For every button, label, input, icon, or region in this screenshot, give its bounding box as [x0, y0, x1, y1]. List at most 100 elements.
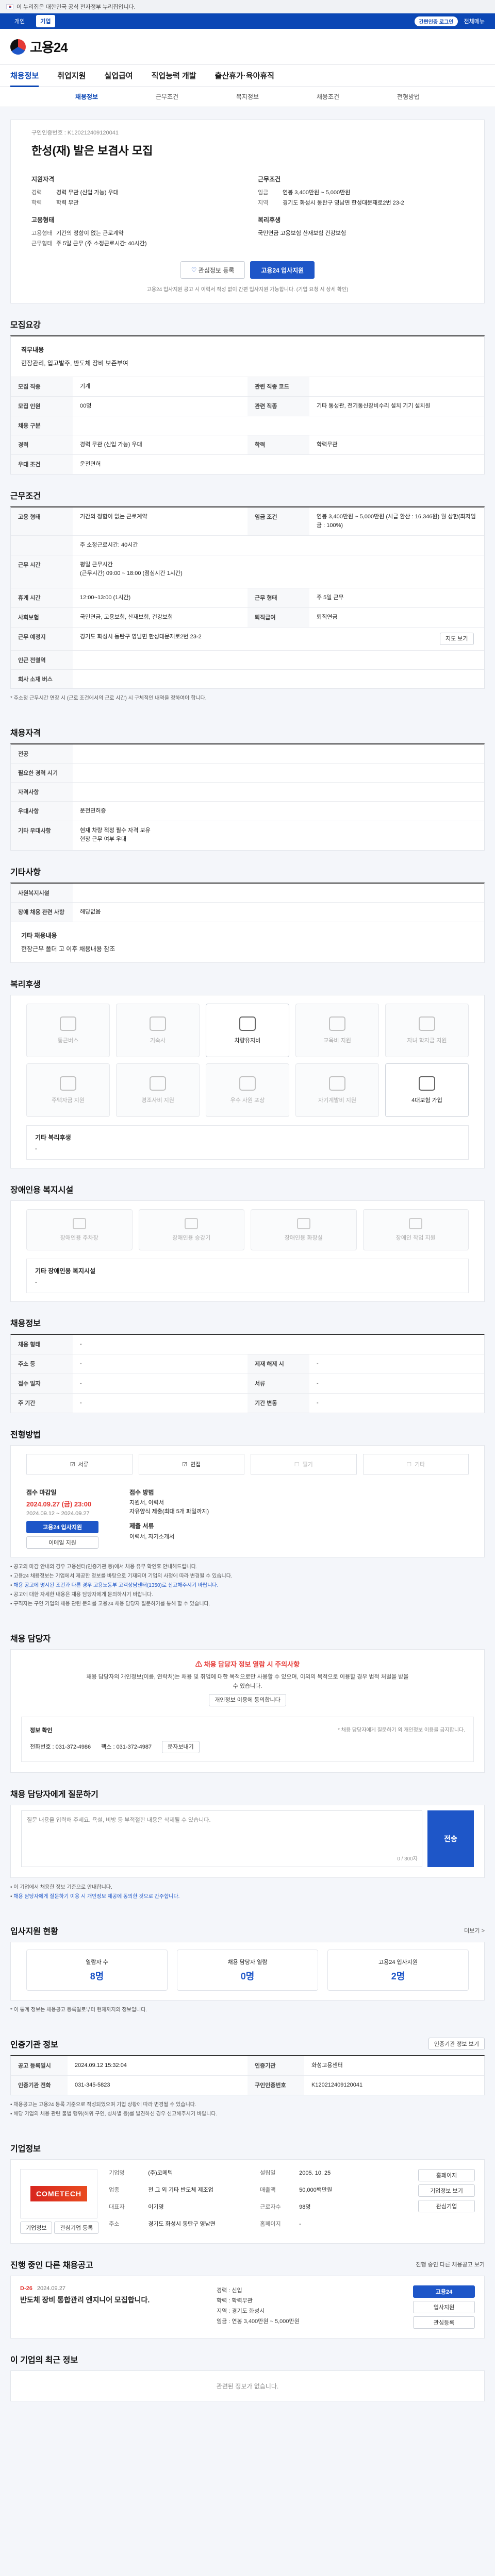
check-icon: ☐: [406, 1461, 412, 1468]
manager-phone: 전화번호 : 031-372-4986: [30, 1744, 91, 1750]
work-table: 고용 형태 기간의 정함이 없는 근로계약 임금 조건 연봉 3,400만원 ~ 5,…: [10, 506, 485, 689]
company-view-button[interactable]: 기업정보 보기: [418, 2184, 475, 2197]
inquiry-input[interactable]: 질문 내용을 입력해 주세요. 욕설, 비방 등 부적절한 내용은 삭제될 수 …: [21, 1810, 422, 1867]
login-badge[interactable]: 간편인증 로그인: [415, 16, 458, 26]
row-value: 운전면허증: [80, 808, 106, 814]
info-title: 정보 확인: [30, 1727, 53, 1734]
other-job-card[interactable]: D-26 2024.09.27 반도체 장비 통합관리 엔지니어 모집합니다. …: [10, 2276, 485, 2338]
agency-notes: • 채용공고는 고용24 등록 기준으로 작성되었으며 기업 상황에 따라 변경…: [0, 2095, 495, 2127]
map-button[interactable]: 지도 보기: [440, 633, 474, 645]
job-title: 한성(재) 발은 보겸사 모집: [31, 144, 153, 157]
notice-item: • 공고에 대한 자세한 내용은 채용 담당자에게 문의하시기 바랍니다.: [10, 1592, 153, 1598]
section-title: 진행 중인 다른 채용공고: [10, 2261, 93, 2270]
apply-button[interactable]: 고용24 입사지원: [26, 1521, 98, 1533]
nav-item-jobs[interactable]: 채용정보: [10, 70, 39, 87]
notice-text: 채용공고는 고용24 등록 기준으로 작성되었으며 기업 상황에 따라 변경될 …: [13, 2102, 196, 2108]
other-apply2-button[interactable]: 입사지원: [413, 2301, 475, 2313]
agree-button[interactable]: 개인정보 이용에 동의합니다: [209, 1694, 286, 1706]
alert-title: 채용 담당자 정보 열람 시 주의사항: [204, 1660, 300, 1668]
welfare-label: 4대보험 가입: [411, 1097, 442, 1104]
house-icon: [60, 1076, 76, 1091]
method-label: 서류: [78, 1462, 89, 1468]
row-value: -: [80, 1361, 82, 1367]
save-interest-button[interactable]: ♡ 관심정보 등록: [180, 261, 245, 279]
site-logo[interactable]: 고용24: [10, 37, 68, 56]
other-apply-button[interactable]: 고용24: [413, 2285, 475, 2298]
more-link[interactable]: 더보기 >: [464, 1926, 485, 1935]
job-meta: 경력 : 신입: [217, 2287, 242, 2294]
row-value: -: [317, 1361, 319, 1367]
other-table: 사원복지시설 장애 채용 관련 사항 해당없음 기타 채용내용 현장근무 폴더 고…: [10, 883, 485, 963]
more-link[interactable]: 진행 중인 다른 채용공고 보기: [416, 2260, 485, 2268]
stats-panel: 열람자 수 8명 채용 담당자 열람 0명 고용24 입사지원 2명: [10, 1942, 485, 2001]
welfare-label: 통근버스: [57, 1038, 79, 1044]
scholarship-icon: [419, 1016, 435, 1031]
subnav-item[interactable]: 채용조건: [288, 92, 368, 101]
deadline-date: 2024.09.27 (금) 23:00: [26, 1500, 92, 1508]
row-value: 현재 차량 적정 필수 자격 보유 현장 근무 여부 우대: [80, 827, 151, 842]
company-fav-button[interactable]: 관심기업 등록: [54, 2222, 99, 2234]
row-key: 자격사항: [11, 783, 73, 801]
row-key: 근무 형태: [248, 588, 309, 607]
row-value: [309, 377, 484, 396]
kv-value: 전 그 외 기타 반도체 제조업: [148, 2187, 213, 2193]
row-key: 우대사항: [11, 802, 73, 821]
row-key: 주 기간: [11, 1394, 73, 1413]
summary-heading: 고용형태: [31, 216, 55, 224]
kv-key: 기업명: [109, 2170, 125, 2176]
send-button[interactable]: 전송: [427, 1810, 474, 1867]
nav-item-training[interactable]: 직업능력 개발: [152, 70, 196, 81]
check-icon: ☑: [182, 1461, 188, 1468]
agency-button[interactable]: 인증기관 정보 보기: [428, 2038, 485, 2050]
stat-card: 열람자 수 8명: [26, 1950, 168, 1991]
tab-personal[interactable]: 개인: [10, 15, 29, 27]
subnav-item[interactable]: 전형방법: [368, 92, 449, 101]
box-text: -: [35, 1279, 37, 1285]
row-value: 국민연금, 고용보험, 산재보험, 건강보험: [80, 614, 173, 620]
apply-note: 고용24 입사지원 공고 시 이력서 작성 없이 간편 입사지원 가능합니다. …: [146, 287, 349, 293]
homepage-button[interactable]: 홈페이지: [418, 2169, 475, 2181]
row-value: 031-345-5823: [75, 2082, 110, 2088]
row-key: 임금 조건: [248, 507, 309, 535]
company-logo: COMETECH: [20, 2169, 97, 2218]
row-value: -: [80, 1341, 82, 1347]
nav-item-support[interactable]: 취업지원: [57, 70, 86, 81]
notice-item: • 공고의 마감 안내의 경우 고용센터(인증기관 등)에서 채용 유무 확인후…: [10, 1564, 197, 1570]
kv-value: 국민연금 고용보험 산재보험 건강보험: [258, 230, 346, 236]
subnav-item[interactable]: 채용정보: [46, 92, 127, 101]
row-key: 휴게 시간: [11, 588, 73, 607]
notice-text: 해당 기업의 채용 관련 불법 행위(허위 구인, 성차별 등)를 발견하신 경…: [13, 2111, 218, 2117]
other-box-text: 현장근무 폴더 고 이후 채용내용 참조: [21, 945, 116, 953]
tab-company[interactable]: 기업: [36, 15, 55, 27]
other-job-title[interactable]: 반도체 장비 통합관리 엔지니어 모집합니다.: [20, 2295, 206, 2305]
kv-value: 기간의 정함이 없는 근로계약: [56, 230, 124, 236]
notice-text: 구직자는 구인 기업의 채용 관련 문의를 고용24 채용 담당자 질문하기를 …: [13, 1601, 210, 1607]
logo-icon: [10, 39, 26, 55]
nav-item-leave[interactable]: 출산휴가·육아휴직: [215, 70, 274, 81]
welfare-label: 자녀 학자금 지원: [407, 1038, 447, 1044]
apply-button[interactable]: 고용24 입사지원: [250, 261, 315, 279]
other-fav-button[interactable]: 관심등록: [413, 2316, 475, 2329]
stat-label: 열람자 수: [86, 1959, 108, 1965]
method-item: ☑ 면접: [138, 1454, 244, 1475]
box-text: -: [35, 1146, 37, 1152]
row-value: K120212409120041: [311, 2082, 363, 2088]
company-info-button[interactable]: 기업정보: [20, 2222, 53, 2234]
sms-button[interactable]: 문자보내기: [162, 1741, 200, 1753]
subnav-item[interactable]: 근무조건: [127, 92, 207, 101]
inquiry-panel: 질문 내용을 입력해 주세요. 욕설, 비방 등 부적절한 내용은 삭제될 수 …: [10, 1805, 485, 1878]
favorite-company-button[interactable]: 관심기업: [418, 2200, 475, 2212]
agency-table: 공고 등록일시 2024.09.12 15:32:04 인증기관 화성고용센터 인증기…: [10, 2055, 485, 2095]
trophy-icon: [239, 1076, 256, 1091]
row-key: 인증기관 전화: [11, 2076, 68, 2095]
kv-value: 학력 무관: [56, 200, 79, 206]
subnav-item[interactable]: 복지정보: [207, 92, 288, 101]
row-value: 기간의 정함이 없는 근로계약: [80, 514, 147, 520]
menu-link[interactable]: 전체메뉴: [464, 17, 485, 25]
dday-badge: D-26: [20, 2285, 32, 2292]
row-key: 전공: [11, 744, 73, 763]
email-apply-button[interactable]: 이메일 지원: [26, 1536, 98, 1549]
parking-icon: [72, 1218, 86, 1229]
nav-item-unemployment[interactable]: 실업급여: [104, 70, 133, 81]
method-item: ☐ 기타: [362, 1454, 469, 1475]
